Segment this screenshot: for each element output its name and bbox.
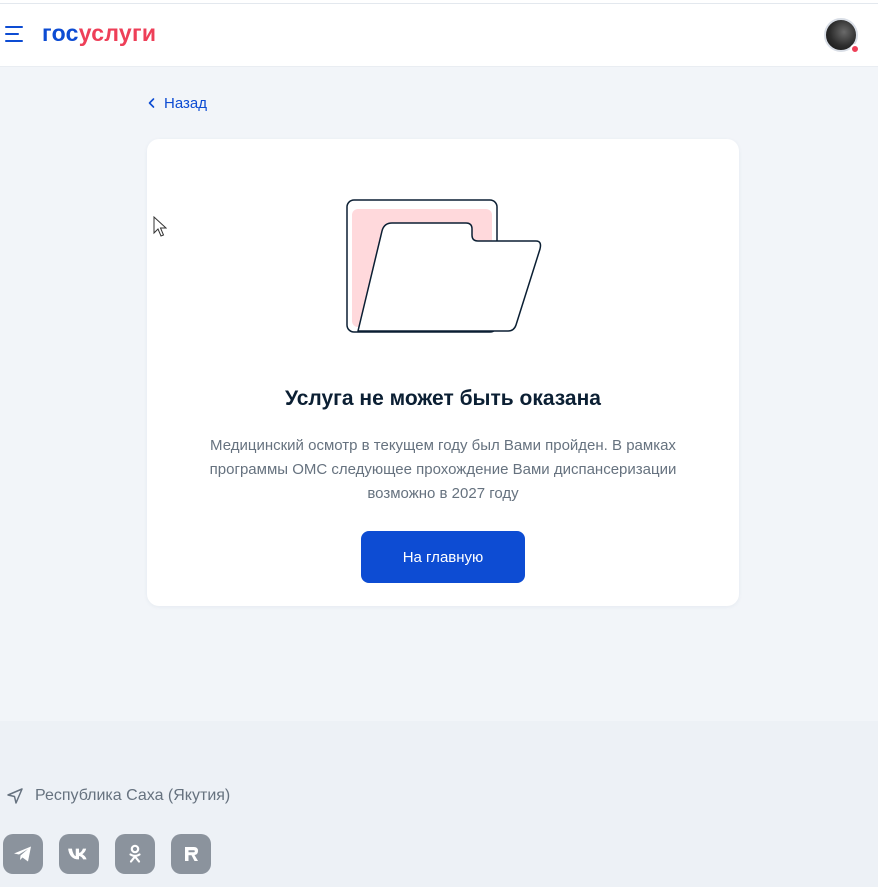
card-title: Услуга не может быть оказана	[285, 387, 601, 410]
home-button[interactable]: На главную	[361, 531, 525, 583]
telegram-icon[interactable]	[3, 834, 43, 874]
footer: Республика Саха (Якутия)	[0, 721, 878, 887]
chevron-left-icon	[148, 98, 155, 108]
back-link[interactable]: Назад	[146, 93, 207, 113]
gosuslugi-logo[interactable]: госуслуги	[42, 20, 156, 47]
odnoklassniki-icon[interactable]	[115, 834, 155, 874]
notification-dot	[850, 44, 860, 54]
location-arrow-icon	[7, 788, 23, 804]
region-label: Республика Саха (Якутия)	[35, 787, 231, 804]
region-selector[interactable]: Республика Саха (Якутия)	[6, 787, 230, 805]
empty-folder-illustration	[346, 199, 542, 333]
social-links	[3, 834, 227, 874]
vk-icon[interactable]	[59, 834, 99, 874]
header: госуслуги	[0, 4, 878, 67]
card-description: Медицинский осмотр в текущем году был Ва…	[209, 437, 677, 502]
logo-part-uslugi: услуги	[78, 20, 157, 46]
mouse-cursor-icon	[153, 216, 167, 237]
user-avatar[interactable]	[824, 18, 860, 54]
back-link-label: Назад	[164, 94, 207, 112]
rutube-icon[interactable]	[171, 834, 211, 874]
logo-part-gos: гос	[42, 20, 79, 46]
result-card: Услуга не может быть оказана Медицинский…	[147, 139, 739, 606]
burger-menu-icon[interactable]	[5, 26, 25, 42]
